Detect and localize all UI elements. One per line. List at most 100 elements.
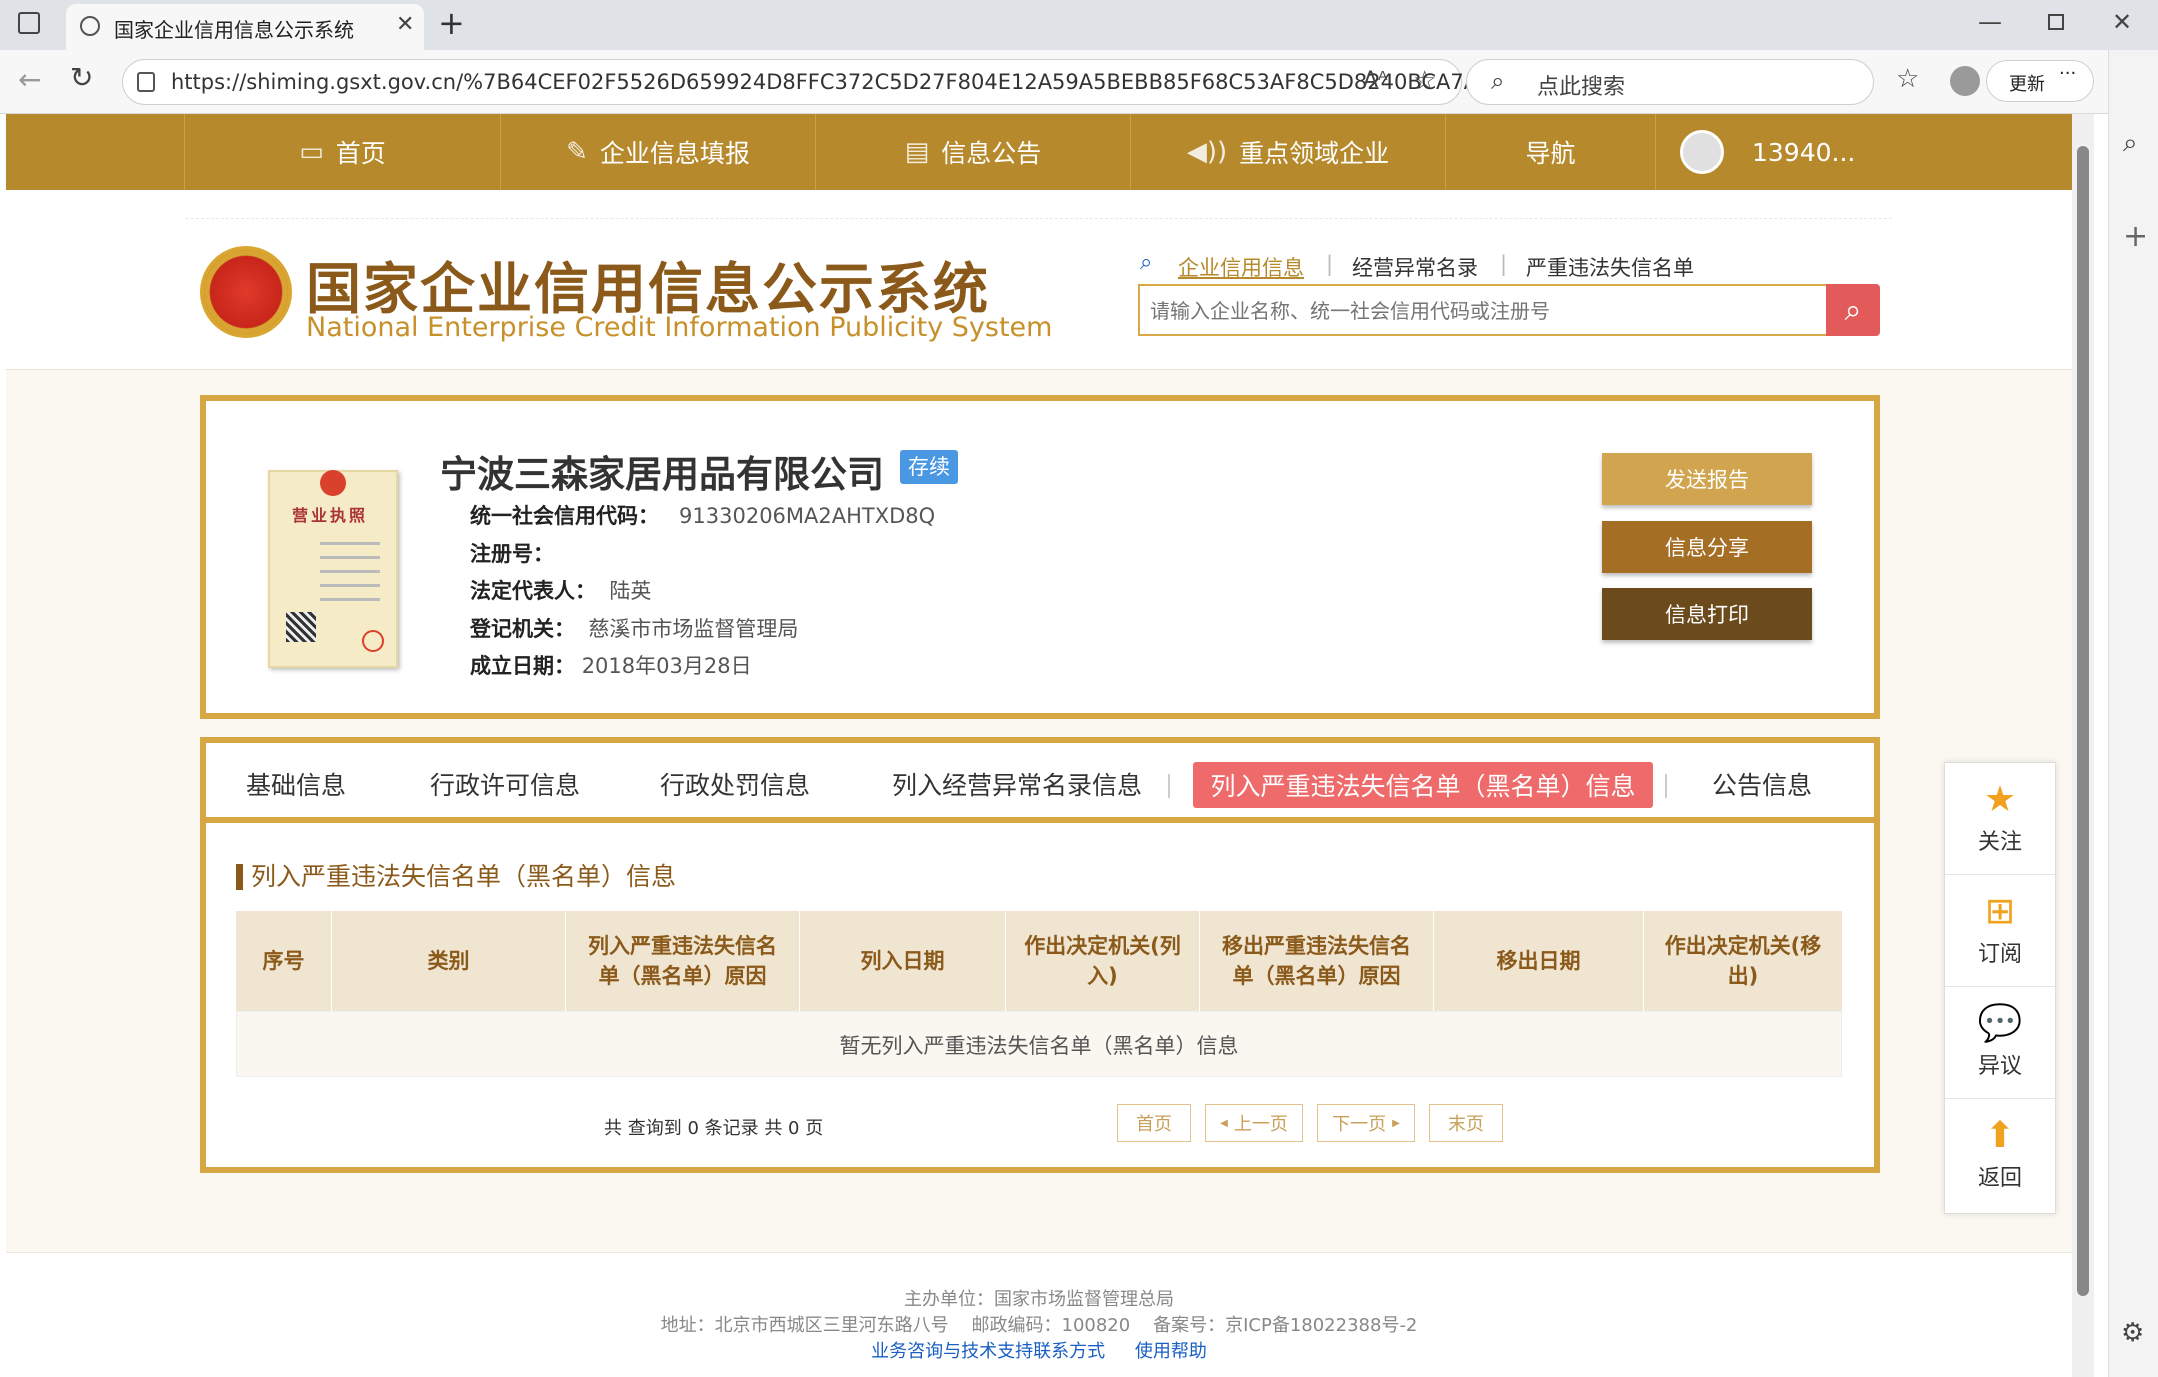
side-label: 关注 xyxy=(1977,829,2022,855)
nav-label: 重点领域企业 xyxy=(1239,139,1390,168)
user-avatar xyxy=(1680,130,1724,174)
field-value: 2018年03月28日 xyxy=(581,654,752,678)
nav-user[interactable]: 13940... xyxy=(1655,114,1885,190)
field-registration-authority: 登记机关： 慈溪市市场监督管理局 xyxy=(470,613,798,643)
tab-admin-license[interactable]: 行政许可信息 xyxy=(430,766,580,802)
page-prev-button[interactable]: ◀ 上一页 xyxy=(1205,1104,1303,1142)
license-line xyxy=(320,570,380,573)
query-tab-abnormal[interactable]: 经营异常名录 xyxy=(1352,252,1478,282)
col-category: 类别 xyxy=(332,911,566,1011)
update-label: 更新 xyxy=(2009,74,2045,95)
field-label: 统一社会信用代码： xyxy=(470,504,659,528)
col-list-date: 列入日期 xyxy=(800,911,1006,1011)
settings-gear-icon[interactable]: ⚙ xyxy=(2121,1320,2144,1346)
page-next-label: 下一页 xyxy=(1332,1114,1387,1135)
nav-home[interactable]: ▭ 首页 xyxy=(184,114,500,190)
profile-avatar[interactable] xyxy=(1950,66,1980,96)
footer-link-help[interactable]: 使用帮助 xyxy=(1135,1341,1207,1362)
site-title-en: National Enterprise Credit Information P… xyxy=(306,312,1053,343)
favorite-star-icon[interactable]: ☆ xyxy=(1413,68,1436,94)
col-remove-authority: 作出决定机关(移出) xyxy=(1664,934,1822,988)
business-license-image: 营业执照 xyxy=(268,470,398,668)
back-icon[interactable]: ← xyxy=(18,66,41,94)
lock-icon xyxy=(137,72,155,92)
field-label: 注册号： xyxy=(470,542,554,566)
scrollbar-thumb[interactable] xyxy=(2077,146,2089,1296)
chevron-left-icon: ◀ xyxy=(1220,1117,1228,1129)
globe-icon xyxy=(80,16,100,36)
field-label: 成立日期： xyxy=(470,654,575,678)
nav-guide[interactable]: 导航 xyxy=(1445,114,1655,190)
enterprise-search-input[interactable] xyxy=(1150,296,1810,326)
url-field[interactable]: https://shiming.gsxt.gov.cn/%7B64CEF02F5… xyxy=(122,59,1525,105)
share-info-button[interactable]: 信息分享 xyxy=(1602,521,1812,573)
query-tab-divider: | xyxy=(1500,252,1508,276)
search-icon: ⌕ xyxy=(1491,67,1505,95)
footer-sponsor: 主办单位：国家市场监督管理总局 xyxy=(904,1289,1174,1310)
nav-key-enterprises[interactable]: ◀)) 重点领域企业 xyxy=(1130,114,1445,190)
page-next-button[interactable]: 下一页 ▶ xyxy=(1317,1104,1415,1142)
empty-message: 暂无列入严重违法失信名单（黑名单）信息 xyxy=(839,1034,1239,1058)
record-count: 共 查询到 0 条记录 共 0 页 xyxy=(604,1118,824,1139)
new-tab-button[interactable]: + xyxy=(438,4,465,42)
edit-icon: ✎ xyxy=(566,137,588,167)
update-button[interactable]: 更新 ··· xyxy=(1986,60,2094,102)
browser-side-panel: ⌕ + ⚙ xyxy=(2108,50,2158,1377)
field-credit-code: 统一社会信用代码： 91330206MA2AHTXD8Q xyxy=(470,500,935,530)
page-prev-label: 上一页 xyxy=(1233,1114,1288,1135)
site-nav: ▭ 首页 ✎ 企业信息填报 ▤ 信息公告 ◀)) 重点领域企业 导航 13940... xyxy=(6,114,2072,190)
star-icon: ★ xyxy=(1983,778,2017,820)
subscribe-button[interactable]: ⊞ 订阅 xyxy=(1945,875,2055,987)
page-first-button[interactable]: 首页 xyxy=(1117,1104,1191,1142)
follow-button[interactable]: ★ 关注 xyxy=(1945,763,2055,875)
back-to-top-button[interactable]: ⬆ 返回 xyxy=(1945,1099,2055,1211)
page-last-button[interactable]: 末页 xyxy=(1429,1104,1503,1142)
query-tab-blacklist[interactable]: 严重违法失信名单 xyxy=(1526,252,1694,282)
license-line xyxy=(320,598,380,601)
enterprise-search-button[interactable]: ⌕ xyxy=(1826,284,1880,336)
user-name: 13940... xyxy=(1752,137,1856,167)
tab-abnormal-list[interactable]: 列入经营异常名录信息 xyxy=(892,766,1142,802)
nav-announcements[interactable]: ▤ 信息公告 xyxy=(815,114,1130,190)
print-info-button[interactable]: 信息打印 xyxy=(1602,588,1812,640)
nav-enterprise-report[interactable]: ✎ 企业信息填报 xyxy=(500,114,815,190)
tab-admin-penalty[interactable]: 行政处罚信息 xyxy=(660,766,810,802)
tab-announcements[interactable]: 公告信息 xyxy=(1712,766,1812,802)
license-line xyxy=(320,556,380,559)
search-icon[interactable]: ⌕ xyxy=(2123,130,2138,156)
field-label: 法定代表人： xyxy=(470,579,596,603)
refresh-icon[interactable]: ↻ xyxy=(70,64,93,92)
enterprise-search-box[interactable] xyxy=(1138,284,1828,336)
sidebar-toggle-icon[interactable] xyxy=(18,12,40,34)
favorites-icon[interactable]: ☆ xyxy=(1896,66,1919,92)
speaker-icon: ◀)) xyxy=(1186,137,1228,167)
license-line xyxy=(320,542,380,545)
browser-tab[interactable]: 国家企业信用信息公示系统 ✕ xyxy=(66,4,424,50)
field-established-date: 成立日期： 2018年03月28日 xyxy=(470,650,752,680)
license-title: 营业执照 xyxy=(292,506,369,525)
browser-search-field[interactable]: ⌕ 点此搜索 xyxy=(1466,59,1874,105)
nav-label: 导航 xyxy=(1525,139,1576,168)
objection-button[interactable]: 💬 异议 xyxy=(1945,987,2055,1099)
query-tab-credit[interactable]: 企业信用信息 xyxy=(1178,252,1304,282)
plus-square-icon: ⊞ xyxy=(1984,890,2016,932)
tab-divider xyxy=(1665,774,1667,798)
tab-title: 国家企业信用信息公示系统 xyxy=(114,18,354,42)
col-list-reason: 列入严重违法失信名单（黑名单）原因 xyxy=(566,911,800,1011)
send-report-button[interactable]: 发送报告 xyxy=(1602,453,1812,505)
tab-basic-info[interactable]: 基础信息 xyxy=(246,766,346,802)
read-aloud-icon[interactable]: Aᴬ xyxy=(1363,70,1388,92)
footer-link-support[interactable]: 业务咨询与技术支持联系方式 xyxy=(871,1341,1105,1362)
restore-icon[interactable] xyxy=(2048,14,2064,30)
close-tab-icon[interactable]: ✕ xyxy=(396,14,414,36)
col-remove-reason: 移出严重违法失信名单（黑名单）原因 xyxy=(1200,911,1434,1011)
license-qr-code xyxy=(286,612,316,642)
tab-blacklist[interactable]: 列入严重违法失信名单（黑名单）信息 xyxy=(1193,762,1653,808)
company-name: 宁波三森家居用品有限公司 xyxy=(440,453,884,496)
minimize-icon[interactable]: — xyxy=(1978,10,2002,34)
close-window-icon[interactable]: ✕ xyxy=(2112,10,2132,34)
footer-links: 业务咨询与技术支持联系方式 使用帮助 xyxy=(6,1337,2072,1363)
browser-tab-bar: 国家企业信用信息公示系统 ✕ + — ✕ xyxy=(0,0,2158,50)
url-text: https://shiming.gsxt.gov.cn/%7B64CEF02F5… xyxy=(171,70,1525,94)
add-icon[interactable]: + xyxy=(2123,222,2148,252)
